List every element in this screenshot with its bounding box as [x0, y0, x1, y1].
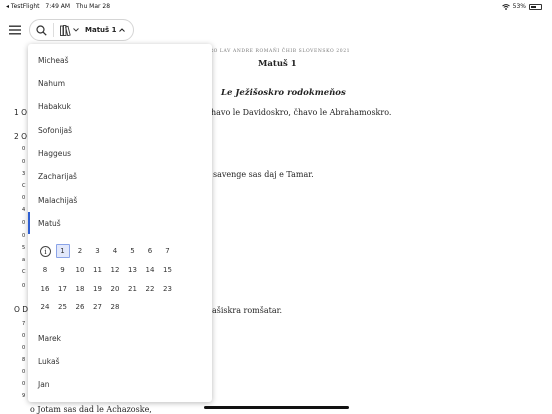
verse-fragment: 0: [22, 146, 26, 152]
verse-fragment: a: [22, 257, 26, 263]
status-date: Thu Mar 28: [76, 3, 111, 10]
verse-fragment: 2 O: [14, 132, 28, 141]
book-item-haggeus[interactable]: Haggeus: [38, 149, 71, 158]
status-right: 53%: [501, 3, 542, 10]
chapter-cell-14[interactable]: 14: [143, 263, 157, 277]
verse-fragment: 7: [22, 321, 26, 327]
chapter-cell-16[interactable]: 16: [38, 282, 52, 296]
verse-fragment: 0: [22, 220, 26, 226]
verse-fragment: 3: [22, 171, 26, 177]
chapter-cell-23[interactable]: 23: [161, 282, 175, 296]
hamburger-icon: [9, 25, 21, 35]
verse-fragment: 0: [22, 283, 26, 289]
chapter-cell-10[interactable]: 10: [73, 263, 87, 277]
book-chapter-selector[interactable]: Matuš 1: [85, 26, 125, 34]
toolbar: Matuš 1: [6, 19, 134, 41]
chapter-cell-6[interactable]: 6: [143, 244, 157, 258]
back-to-app-link[interactable]: ◂ TestFlight: [6, 3, 39, 10]
verse-fragment: 1 O: [14, 108, 28, 117]
chapter-cell-1[interactable]: 1: [55, 244, 70, 258]
status-left: ◂ TestFlight 7:49 AM Thu Mar 28: [6, 3, 114, 10]
book-chapter-label: Matuš 1: [85, 26, 117, 34]
info-icon[interactable]: i: [40, 246, 51, 257]
chapter-cell-27[interactable]: 27: [91, 300, 105, 314]
chapter-cell-15[interactable]: 15: [161, 263, 175, 277]
status-time: 7:49 AM: [45, 3, 71, 10]
navigation-pill: Matuš 1: [29, 19, 134, 41]
battery-icon: [529, 3, 542, 10]
book-item-habakuk[interactable]: Habakuk: [38, 102, 71, 111]
verse-line: o Jotam sas dad le Achazoske,: [30, 405, 152, 414]
chapter-cell-21[interactable]: 21: [126, 282, 140, 296]
wifi-icon: [501, 3, 510, 10]
verse-fragment: 0: [22, 159, 26, 165]
book-item-micheas[interactable]: Micheaš: [38, 56, 69, 65]
chapter-cell-20[interactable]: 20: [108, 282, 122, 296]
verse-fragment: 5: [22, 245, 26, 251]
chapter-cell-28[interactable]: 28: [108, 300, 122, 314]
menu-button[interactable]: [6, 19, 24, 41]
verse-line: savenge sas daj e Tamar.: [213, 170, 314, 179]
battery-percent: 53%: [512, 3, 526, 10]
book-item-zacharijas[interactable]: Zacharijaš: [38, 172, 77, 181]
book-item-sofonijas[interactable]: Sofonijaš: [38, 126, 72, 135]
verse-fragment: O D: [14, 305, 29, 314]
chapter-cell-26[interactable]: 26: [73, 300, 87, 314]
verse-fragment: C: [22, 183, 26, 189]
book-item-matus[interactable]: Matuš: [38, 219, 61, 228]
book-item-jan[interactable]: Jan: [38, 380, 50, 389]
chapter-cell-7[interactable]: 7: [161, 244, 175, 258]
chapter-cell-12[interactable]: 12: [108, 263, 122, 277]
search-icon[interactable]: [36, 24, 47, 36]
verse-fragment: 0: [22, 369, 26, 375]
verse-fragment: 4: [22, 207, 26, 213]
chapter-cell-19[interactable]: 19: [91, 282, 105, 296]
book-item-nahum[interactable]: Nahum: [38, 79, 65, 88]
verse-fragment: 0: [22, 195, 26, 201]
chevron-down-icon: [73, 28, 79, 32]
verse-line: ašiskra romšatar.: [212, 306, 283, 315]
verse-line: havo le Davidoskro, čhavo le Abrahamoskr…: [211, 108, 392, 117]
pill-separator: [53, 23, 54, 37]
book-item-malachijas[interactable]: Malachijaš: [38, 196, 77, 205]
chapter-cell-5[interactable]: 5: [126, 244, 140, 258]
chapter-cell-3[interactable]: 3: [91, 244, 105, 258]
verse-fragment: C: [22, 269, 26, 275]
book-item-lukas[interactable]: Lukaš: [38, 357, 60, 366]
verse-fragment: 0: [22, 381, 26, 387]
chapter-cell-13[interactable]: 13: [126, 263, 140, 277]
version-selector[interactable]: [60, 24, 79, 36]
book-chapter-picker: Micheaš Nahum Habakuk Sofonijaš Haggeus …: [28, 44, 212, 402]
chapter-cell-8[interactable]: 8: [38, 263, 52, 277]
verse-fragment: 8: [22, 357, 26, 363]
section-heading: Le Ježišoskro rodokmeňos: [221, 88, 346, 98]
chapter-cell-4[interactable]: 4: [108, 244, 122, 258]
chapter-cell-11[interactable]: 11: [91, 263, 105, 277]
chevron-up-icon: [118, 28, 125, 32]
chapter-cell-22[interactable]: 22: [143, 282, 157, 296]
verse-fragment: 0: [22, 233, 26, 239]
chapter-cell-17[interactable]: 17: [56, 282, 70, 296]
chapter-title: Matuš 1: [258, 59, 297, 69]
chapter-cell-25[interactable]: 25: [56, 300, 70, 314]
book-item-marek[interactable]: Marek: [38, 334, 61, 343]
status-bar: ◂ TestFlight 7:49 AM Thu Mar 28 53%: [0, 0, 552, 12]
books-icon: [60, 24, 71, 36]
verse-fragment: 9: [22, 393, 26, 399]
chapter-cell-24[interactable]: 24: [38, 300, 52, 314]
chapter-cell-18[interactable]: 18: [73, 282, 87, 296]
active-book-indicator: [28, 212, 30, 234]
copyright-line: ZERO LAV ANDRE ROMAŇI ČHIB SLOVENSKO 202…: [202, 49, 351, 54]
verse-fragment: 0: [22, 333, 26, 339]
chapter-cell-2[interactable]: 2: [73, 244, 87, 258]
chapter-cell-9[interactable]: 9: [56, 263, 70, 277]
home-indicator[interactable]: [204, 406, 349, 409]
verse-fragment: 0: [22, 345, 26, 351]
